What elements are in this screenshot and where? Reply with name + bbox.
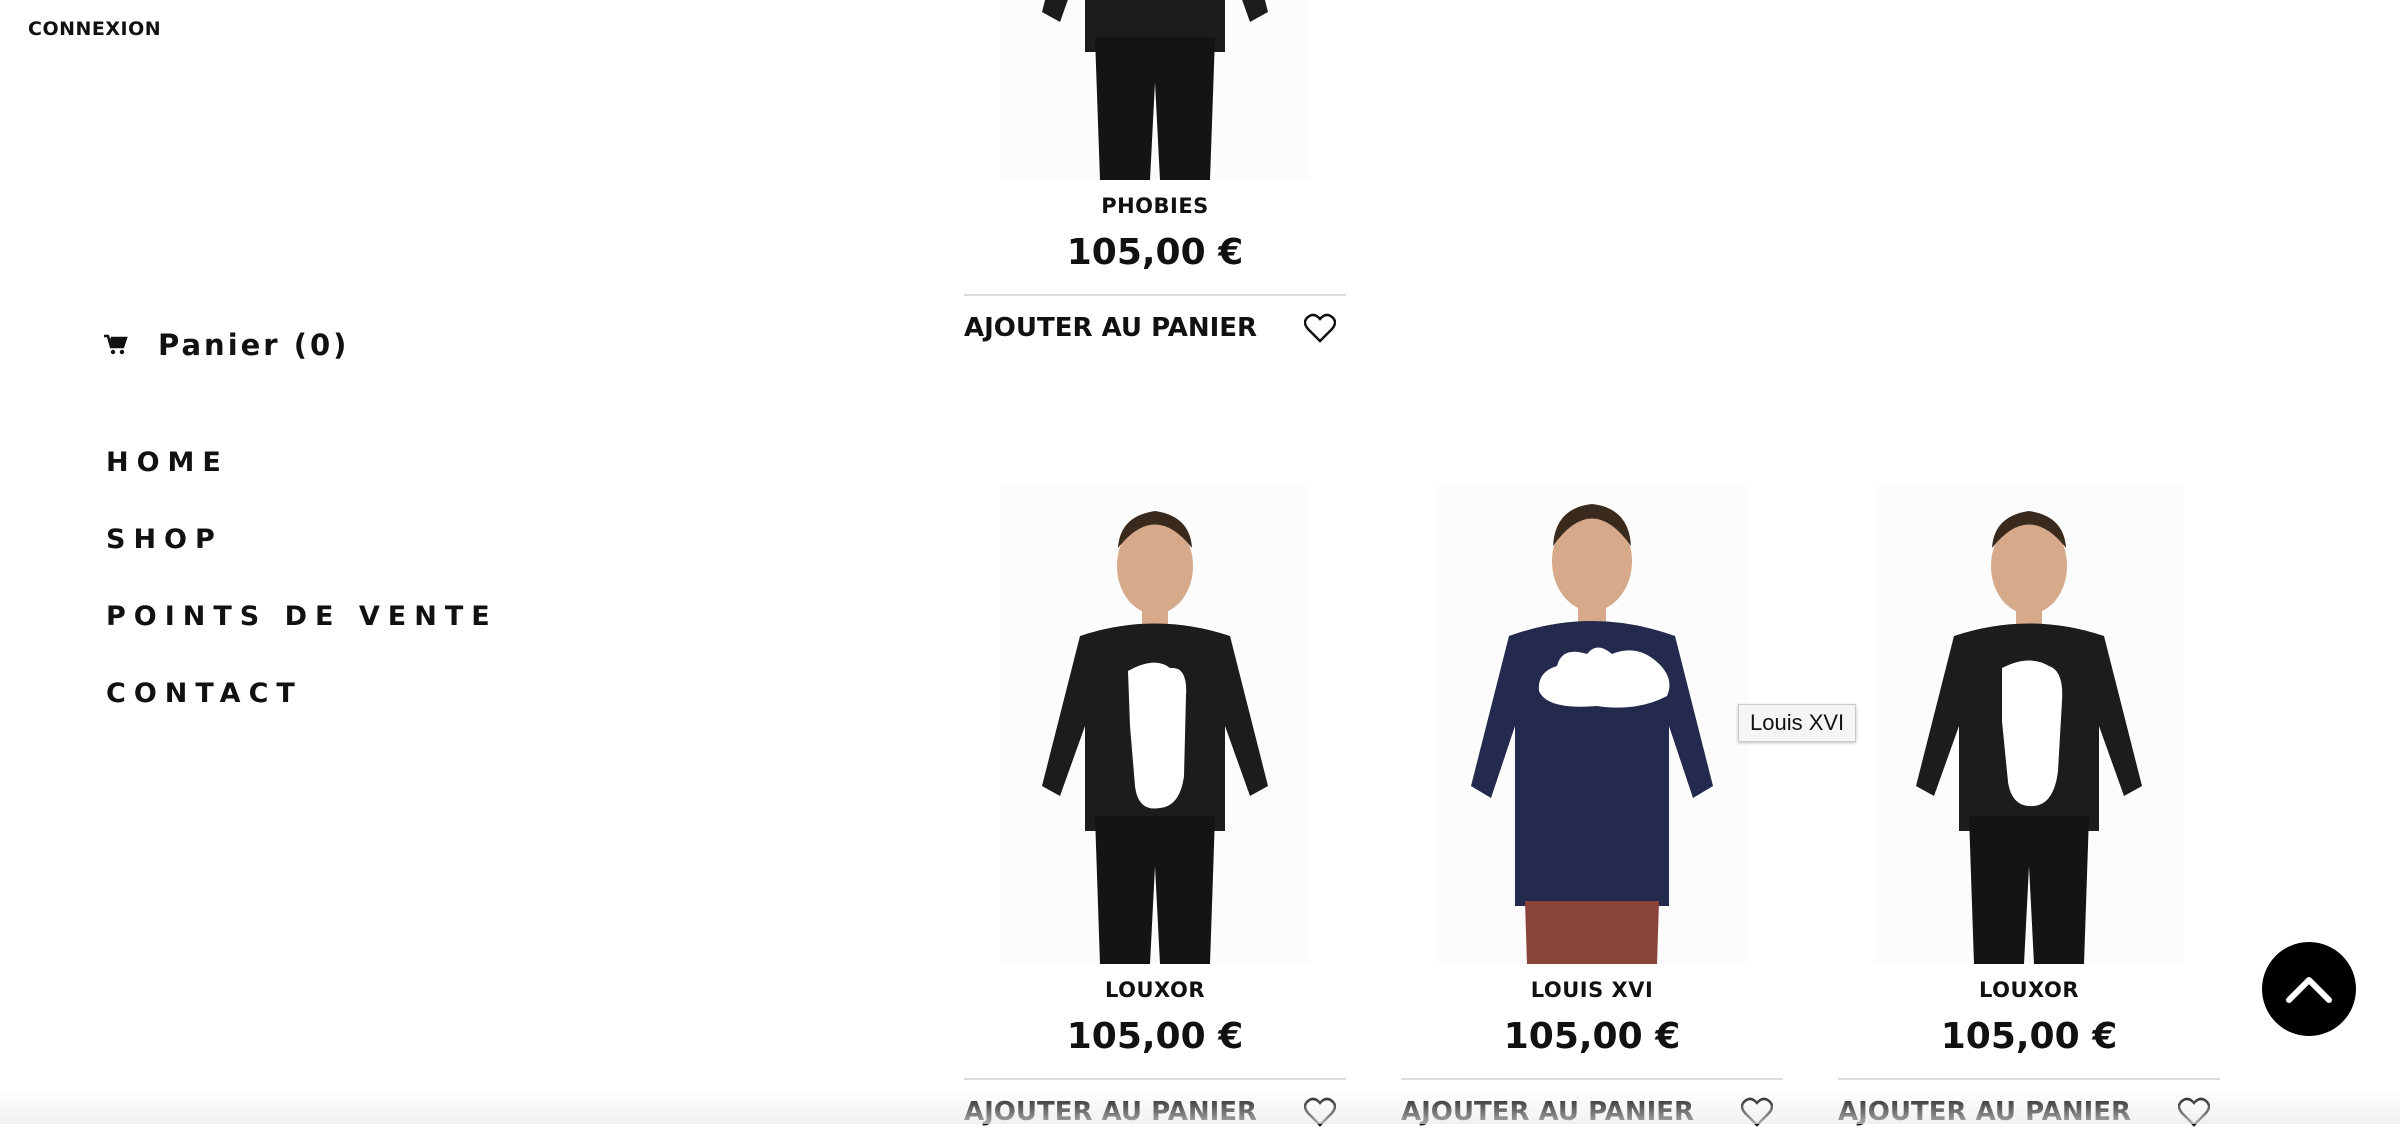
- cart-link[interactable]: Panier (0): [104, 328, 349, 362]
- product-image[interactable]: [1000, 0, 1310, 180]
- add-to-cart-button[interactable]: AJOUTER AU PANIER: [1838, 1097, 2131, 1127]
- cart-label: Panier (0): [158, 328, 350, 362]
- model-photo: [1471, 504, 1713, 964]
- product-card: PHOBIES 105,00 € AJOUTER AU PANIER: [964, 0, 1346, 360]
- model-photo: [1042, 0, 1268, 180]
- login-link[interactable]: CONNEXION: [28, 18, 161, 40]
- product-actions: AJOUTER AU PANIER: [964, 294, 1346, 360]
- product-actions: AJOUTER AU PANIER: [1838, 1078, 2220, 1144]
- add-to-cart-button[interactable]: AJOUTER AU PANIER: [964, 1097, 1257, 1127]
- chevron-up-icon: [2286, 977, 2332, 1003]
- product-actions: AJOUTER AU PANIER: [964, 1078, 1346, 1144]
- product-image[interactable]: [1437, 486, 1747, 964]
- product-name[interactable]: LOUIS XVI: [1401, 978, 1783, 1004]
- product-card: LOUXOR 105,00 € AJOUTER AU PANIER: [1838, 486, 2220, 1144]
- add-to-cart-button[interactable]: AJOUTER AU PANIER: [964, 313, 1257, 343]
- product-actions: AJOUTER AU PANIER: [1401, 1078, 1783, 1144]
- product-name[interactable]: LOUXOR: [1838, 978, 2220, 1004]
- model-photo: [1042, 511, 1268, 964]
- product-image[interactable]: [1000, 486, 1310, 964]
- nav-item-shop[interactable]: SHOP: [106, 521, 498, 598]
- product-name[interactable]: PHOBIES: [964, 194, 1346, 220]
- cart-icon: [104, 334, 128, 355]
- nav-item-home[interactable]: HOME: [106, 444, 498, 521]
- heart-icon[interactable]: [1741, 1097, 1773, 1127]
- nav-item-points-de-vente[interactable]: POINTS DE VENTE: [106, 598, 498, 675]
- product-price: 105,00 €: [1066, 232, 1244, 273]
- heart-icon[interactable]: [1304, 313, 1336, 343]
- product-name[interactable]: LOUXOR: [964, 978, 1346, 1004]
- nav-item-contact[interactable]: CONTACT: [106, 675, 498, 752]
- model-photo: [1916, 511, 2142, 964]
- image-tooltip: Louis XVI: [1738, 704, 1857, 742]
- back-to-top-button[interactable]: [2262, 942, 2356, 1036]
- product-image[interactable]: [1874, 486, 2184, 964]
- heart-icon[interactable]: [2178, 1097, 2210, 1127]
- product-card: LOUIS XVI 105,00 € AJOUTER AU PANIER: [1401, 486, 1783, 1144]
- add-to-cart-button[interactable]: AJOUTER AU PANIER: [1401, 1097, 1694, 1127]
- main-nav: HOME SHOP POINTS DE VENTE CONTACT: [106, 444, 498, 752]
- product-price: 105,00 €: [1503, 1016, 1681, 1057]
- heart-icon[interactable]: [1304, 1097, 1336, 1127]
- product-price: 105,00 €: [1066, 1016, 1244, 1057]
- product-price: 105,00 €: [1940, 1016, 2118, 1057]
- product-card: LOUXOR 105,00 € AJOUTER AU PANIER: [964, 486, 1346, 1144]
